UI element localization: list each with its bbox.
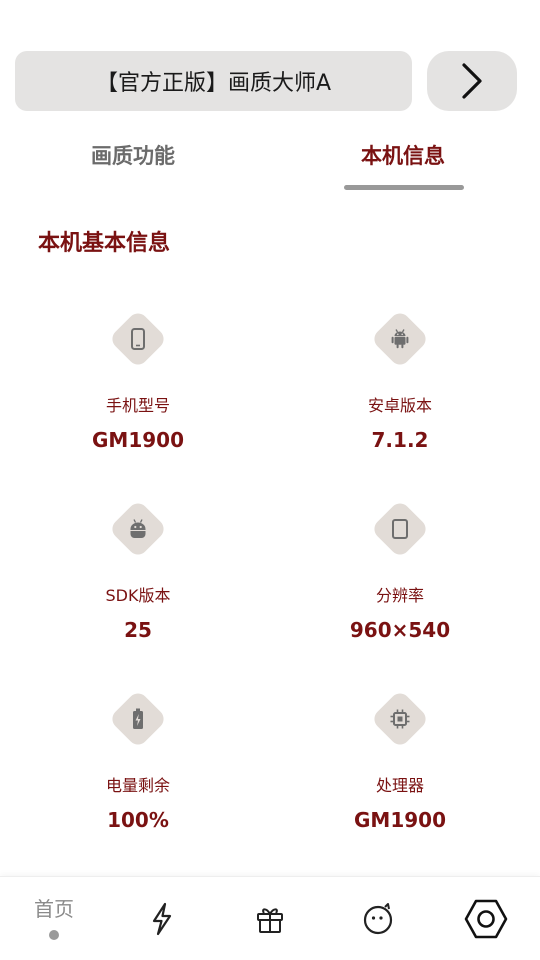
info-icon-badge: [108, 689, 168, 749]
nav-active-dot: [49, 929, 59, 940]
info-value: GM1900: [354, 808, 446, 832]
gift-icon: [257, 908, 283, 933]
info-item-processor: 处理器 GM1900: [310, 689, 490, 832]
settings-icon: [464, 899, 508, 939]
nav-item-face[interactable]: [324, 877, 432, 960]
active-tab-indicator: [344, 185, 464, 190]
info-item-battery: 电量剩余 100%: [48, 689, 228, 832]
android-head-icon: [130, 519, 146, 538]
info-value: GM1900: [92, 428, 184, 452]
app-title-text: 【官方正版】画质大师A: [95, 71, 332, 96]
bottom-nav: 首页: [0, 876, 540, 960]
info-value: 960×540: [349, 618, 451, 642]
info-item-phone-model: 手机型号 GM1900: [48, 309, 228, 452]
screen-icon: [392, 519, 408, 539]
info-value: 100%: [107, 808, 169, 832]
android-icon: [391, 329, 409, 349]
nav-item-home[interactable]: 首页: [0, 877, 108, 960]
phone-icon: [131, 328, 145, 350]
info-item-sdk-version: SDK版本 25: [48, 499, 228, 642]
tab-device-info[interactable]: 本机信息: [361, 140, 445, 170]
nav-item-boost[interactable]: [108, 877, 216, 960]
info-item-resolution: 分辨率 960×540: [310, 499, 490, 642]
info-value: 7.1.2: [371, 428, 429, 452]
info-label: SDK版本: [105, 586, 171, 605]
nav-item-gift[interactable]: [216, 877, 324, 960]
face-icon: [363, 903, 393, 935]
info-item-android-version: 安卓版本 7.1.2: [310, 309, 490, 452]
info-value: 25: [124, 618, 152, 642]
app-title-banner[interactable]: 【官方正版】画质大师A: [15, 51, 412, 111]
info-label: 安卓版本: [367, 396, 432, 415]
cpu-icon: [390, 709, 410, 729]
info-icon-badge: [370, 309, 430, 369]
nav-item-settings[interactable]: [432, 877, 540, 960]
battery-icon: [133, 708, 143, 729]
info-icon-badge: [370, 499, 430, 559]
section-title: 本机基本信息: [38, 231, 171, 256]
info-label: 处理器: [375, 776, 424, 795]
chevron-right-icon: [462, 63, 482, 99]
info-label: 电量剩余: [105, 776, 170, 795]
info-icon-badge: [108, 499, 168, 559]
info-icon-badge: [108, 309, 168, 369]
tab-quality-features[interactable]: 画质功能: [91, 140, 175, 170]
next-button[interactable]: [427, 51, 517, 111]
info-label: 分辨率: [375, 586, 424, 605]
info-icon-badge: [370, 689, 430, 749]
nav-home-label: 首页: [34, 896, 74, 921]
info-label: 手机型号: [105, 396, 170, 415]
lightning-icon: [152, 902, 172, 936]
